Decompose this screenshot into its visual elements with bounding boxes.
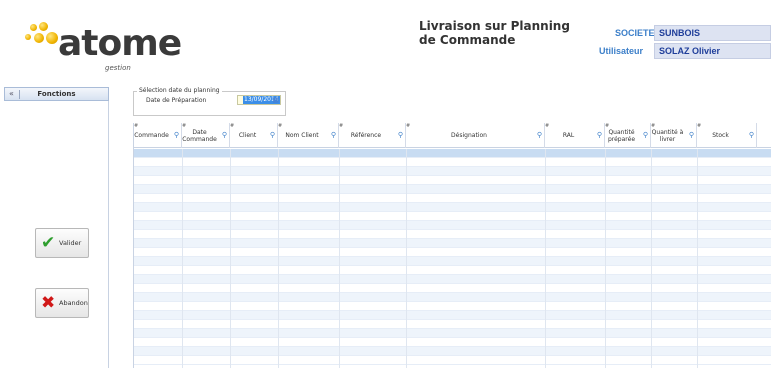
column-header-label: Client [238, 132, 257, 139]
column-header-1[interactable]: # Date Commande ⚲ [182, 123, 230, 148]
societe-label: SOCIETE [615, 28, 655, 38]
column-filter-icon[interactable]: ⚲ [222, 131, 227, 139]
column-divider [651, 149, 652, 368]
column-header-label: Date Commande [182, 128, 217, 143]
column-header-8[interactable]: # Quantité à livrer ⚲ [651, 123, 697, 148]
column-divider [605, 149, 606, 368]
valider-button[interactable]: ✔ Valider [35, 228, 89, 258]
calendar-icon[interactable]: ▦ [272, 96, 279, 104]
selection-legend: Sélection date du planning [137, 87, 222, 94]
column-filter-icon[interactable]: ⚲ [597, 131, 602, 139]
page-title: Livraison sur Planning de Commande [419, 19, 570, 47]
commande-grid: # Commande ⚲ # Date Commande ⚲ # Client ⚲ # Nom Cl… [133, 123, 771, 368]
column-filter-icon[interactable]: ⚲ [270, 131, 275, 139]
column-header-label: Référence [350, 132, 382, 139]
cross-icon: ✖ [41, 293, 56, 313]
valider-label: Valider [59, 239, 82, 247]
column-header-2[interactable]: # Client ⚲ [230, 123, 278, 148]
column-divider [182, 149, 183, 368]
column-filter-icon[interactable]: ⚲ [689, 131, 694, 139]
column-divider [406, 149, 407, 368]
column-divider [339, 149, 340, 368]
societe-field[interactable]: SUNBOIS [654, 25, 771, 41]
column-divider [230, 149, 231, 368]
fonctions-label: Fonctions [37, 90, 76, 98]
column-filter-icon[interactable]: ⚲ [749, 131, 754, 139]
column-header-0[interactable]: # Commande ⚲ [134, 123, 182, 148]
column-header-5[interactable]: # Désignation ⚲ [406, 123, 545, 148]
column-header-4[interactable]: # Référence ⚲ [339, 123, 406, 148]
column-header-6[interactable]: # RAL ⚲ [545, 123, 605, 148]
column-header-label: Commande [134, 132, 169, 139]
date-preparation-input[interactable]: 13/09/2014 ▦ [237, 95, 281, 105]
column-header-3[interactable]: # Nom Client ⚲ [278, 123, 339, 148]
column-header-label: Stock [712, 132, 729, 139]
app-window: atome gestion Livraison sur Planning de … [0, 0, 771, 368]
column-filter-icon[interactable]: ⚲ [537, 131, 542, 139]
column-divider [278, 149, 279, 368]
column-header-label: RAL [562, 132, 575, 139]
grid-header: # Commande ⚲ # Date Commande ⚲ # Client ⚲ # Nom Cl… [134, 123, 771, 148]
column-header-label: Quantité préparée [607, 128, 636, 143]
column-filter-icon[interactable]: ⚲ [398, 131, 403, 139]
utilisateur-field[interactable]: SOLAZ Olivier [654, 43, 771, 59]
column-header-7[interactable]: # Quantité préparée ⚲ [605, 123, 651, 148]
column-header-label: Désignation [451, 132, 487, 139]
fonctions-header[interactable]: « Fonctions [4, 87, 109, 101]
logo-subtitle: gestion [105, 64, 131, 72]
column-header-label: Quantité à livrer [651, 128, 684, 143]
date-preparation-label: Date de Préparation [146, 97, 207, 104]
check-icon: ✔ [41, 233, 56, 253]
column-filter-icon[interactable]: ⚲ [643, 131, 648, 139]
column-header-label: Nom Client [285, 132, 319, 139]
column-divider [545, 149, 546, 368]
column-filter-icon[interactable]: ⚲ [174, 131, 179, 139]
column-filter-icon[interactable]: ⚲ [331, 131, 336, 139]
logo-word: atome [58, 23, 182, 64]
abandon-label: Abandon [59, 299, 88, 307]
column-divider [697, 149, 698, 368]
date-selection-group: Sélection date du planning Date de Prépa… [133, 87, 286, 116]
column-header-9[interactable]: # Stock ⚲ [697, 123, 757, 148]
abandon-button[interactable]: ✖ Abandon [35, 288, 89, 318]
atome-logo: atome gestion [22, 18, 182, 72]
utilisateur-label: Utilisateur [599, 46, 644, 56]
